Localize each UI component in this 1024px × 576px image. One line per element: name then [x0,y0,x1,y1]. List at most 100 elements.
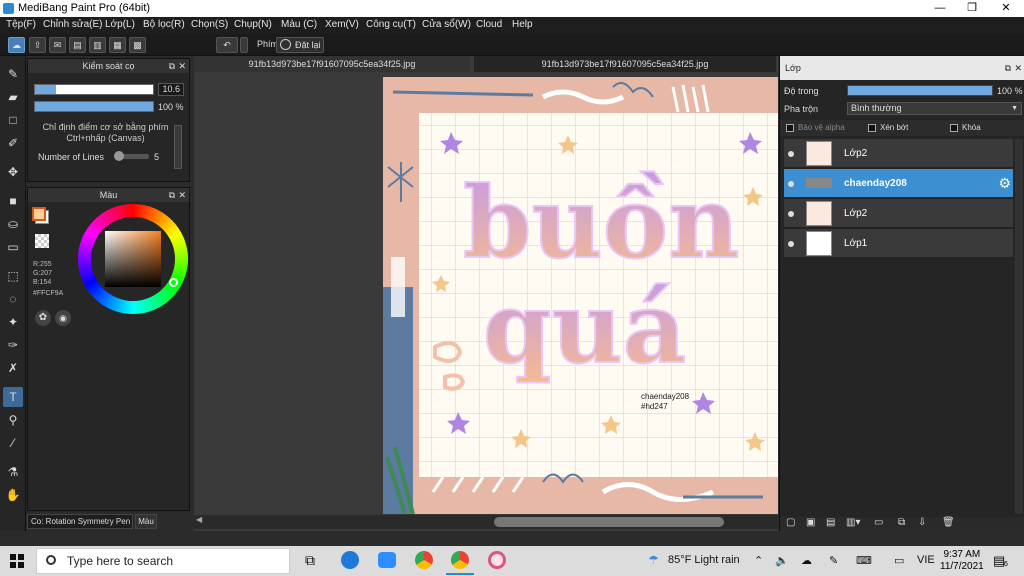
menu-file[interactable]: Tệp(F) [6,19,36,30]
lock-checkbox[interactable] [950,124,958,132]
comment-icon[interactable]: ✉ [49,37,66,53]
new-layer-icon[interactable]: ▢ [786,517,795,528]
undock-icon[interactable]: ⧉ [169,59,175,73]
new-layer-1bit-icon[interactable]: ▤ [826,517,835,528]
menu-help[interactable]: Help [512,19,533,30]
tab-color[interactable]: Màu [135,514,157,529]
windows-start-icon[interactable] [10,554,24,568]
keyboard-icon[interactable]: ⌨ [856,554,872,567]
eraser-tool-icon[interactable]: ▰ [3,87,23,107]
menu-layer[interactable]: Lớp(L) [105,19,135,30]
close-button[interactable]: ✕ [990,0,1022,17]
layer-row-selected[interactable]: chaenday208 ⚙ [784,169,1013,198]
minimize-button[interactable]: — [924,0,956,17]
hue-wheel[interactable] [78,204,188,314]
color-settings-icon[interactable]: ◉ [55,310,71,326]
hint-scrollbar[interactable] [174,125,182,169]
redo-icon[interactable] [240,37,248,53]
brush-opacity-slider[interactable] [34,101,154,112]
clipping-checkbox[interactable] [868,124,876,132]
visibility-icon[interactable] [788,211,794,217]
pen-icon[interactable]: ✎ [829,554,838,567]
chevron-up-icon[interactable]: ⌃ [754,554,763,567]
document-tab-2[interactable]: 91fb13d973be17f91607095c5ea34f25.jpg [474,56,776,72]
panel-close-icon[interactable]: ✕ [178,188,186,202]
panel-close-icon[interactable]: ✕ [178,59,186,73]
brush-size-value[interactable]: 10.6 [158,83,184,96]
fill-rect-tool-icon[interactable]: ■ [3,191,23,211]
foreground-color-swatch[interactable] [32,207,46,221]
bucket-tool-icon[interactable]: ⛀ [3,214,23,234]
clock[interactable]: 9:37 AM 11/7/2021 [940,549,984,573]
menu-edit[interactable]: Chỉnh sửa(E) [43,19,103,30]
layer-row[interactable]: Lớp1 [784,229,1013,258]
task-view-icon[interactable]: ⧉ [305,552,315,569]
delete-layer-icon[interactable]: 🗑 [942,517,955,528]
select-pen-tool-icon[interactable]: ✑ [3,335,23,355]
menu-tools[interactable]: Công cụ(T) [366,19,416,30]
scroll-thumb[interactable] [494,517,724,527]
visibility-icon[interactable] [788,241,794,247]
battery-icon[interactable]: ▭ [894,554,904,567]
move-tool-icon[interactable]: ✥ [3,162,23,182]
cloud-sync-icon[interactable]: ☁ [801,554,812,567]
document-icon[interactable]: ▥ [89,37,106,53]
zoom-app-icon[interactable] [378,552,396,568]
scroll-left-icon[interactable]: ◀ [196,515,202,524]
eyedropper-tool-icon[interactable]: ⚗ [3,462,23,482]
chrome-profile-icon[interactable] [451,551,469,569]
visibility-icon[interactable] [788,181,794,187]
canvas-horizontal-scrollbar[interactable]: ◀ [194,515,778,529]
layer-scrollbar[interactable] [1015,139,1023,514]
menu-view[interactable]: Xem(V) [325,19,359,30]
chrome-icon[interactable] [415,551,433,569]
undock-icon[interactable]: ⧉ [1005,56,1011,80]
hand-tool-icon[interactable]: ✋ [3,485,23,505]
medibang-app-icon[interactable] [488,551,506,569]
lasso-tool-icon[interactable]: ◌ [3,289,23,309]
brush-size-slider[interactable] [34,84,154,95]
taskbar-search-box[interactable]: Type here to search [36,548,290,574]
layer-row[interactable]: Lớp2 [784,199,1013,228]
protect-alpha-checkbox[interactable] [786,124,794,132]
transparent-swatch[interactable] [35,234,49,248]
select-eraser-tool-icon[interactable]: ✗ [3,358,23,378]
panel-close-icon[interactable]: ✕ [1014,56,1022,80]
blend-mode-select[interactable]: Bình thường ▼ [847,102,1022,115]
weather-text[interactable]: 85°F Light rain [668,554,740,566]
artwork-canvas[interactable]: buồn quá chaenday208 #hd247 [383,77,778,514]
layer-row[interactable]: Lớp2 [784,139,1013,168]
layer-opacity-slider[interactable] [847,85,993,96]
cloud-icon[interactable]: ☁ [8,37,25,53]
brush-tool-icon[interactable]: ✎ [3,64,23,84]
menu-cloud[interactable]: Cloud [476,19,502,30]
maximize-button[interactable]: ❐ [956,0,988,17]
gear-icon[interactable]: ⚙ [998,175,1011,192]
magic-wand-tool-icon[interactable]: ✦ [3,312,23,332]
add-layer-menu-icon[interactable]: ▥▾ [846,517,860,528]
menu-color[interactable]: Màu (C) [281,19,317,30]
grid-icon[interactable]: ▦ [109,37,126,53]
language-indicator[interactable]: VIE [917,554,935,566]
text-tool-icon[interactable]: T [3,387,23,407]
menu-filter[interactable]: Bộ lọc(R) [143,19,185,30]
reset-button[interactable]: Đặt lại [276,37,324,53]
duplicate-layer-icon[interactable]: ⧉ [898,517,905,528]
new-layer-8bit-icon[interactable]: ▣ [806,517,815,528]
pen-tool-icon[interactable]: ✐ [3,133,23,153]
saturation-square[interactable] [105,231,161,287]
rectangle-tool-icon[interactable]: □ [3,110,23,130]
panels-icon[interactable]: ▩ [129,37,146,53]
operation-tool-icon[interactable]: ⚲ [3,410,23,430]
select-rect-tool-icon[interactable]: ⬚ [3,266,23,286]
menu-select[interactable]: Chọn(S) [191,19,228,30]
chat-icon[interactable]: ▤ [69,37,86,53]
folder-icon[interactable]: ▭ [874,517,883,528]
undock-icon[interactable]: ⧉ [169,188,175,202]
merge-layer-icon[interactable]: ⇩ [918,517,926,528]
hue-handle[interactable] [169,278,178,287]
volume-icon[interactable]: 🔈 [775,554,789,567]
lines-slider[interactable] [114,151,149,161]
share-icon[interactable]: ⇪ [29,37,46,53]
visibility-icon[interactable] [788,151,794,157]
